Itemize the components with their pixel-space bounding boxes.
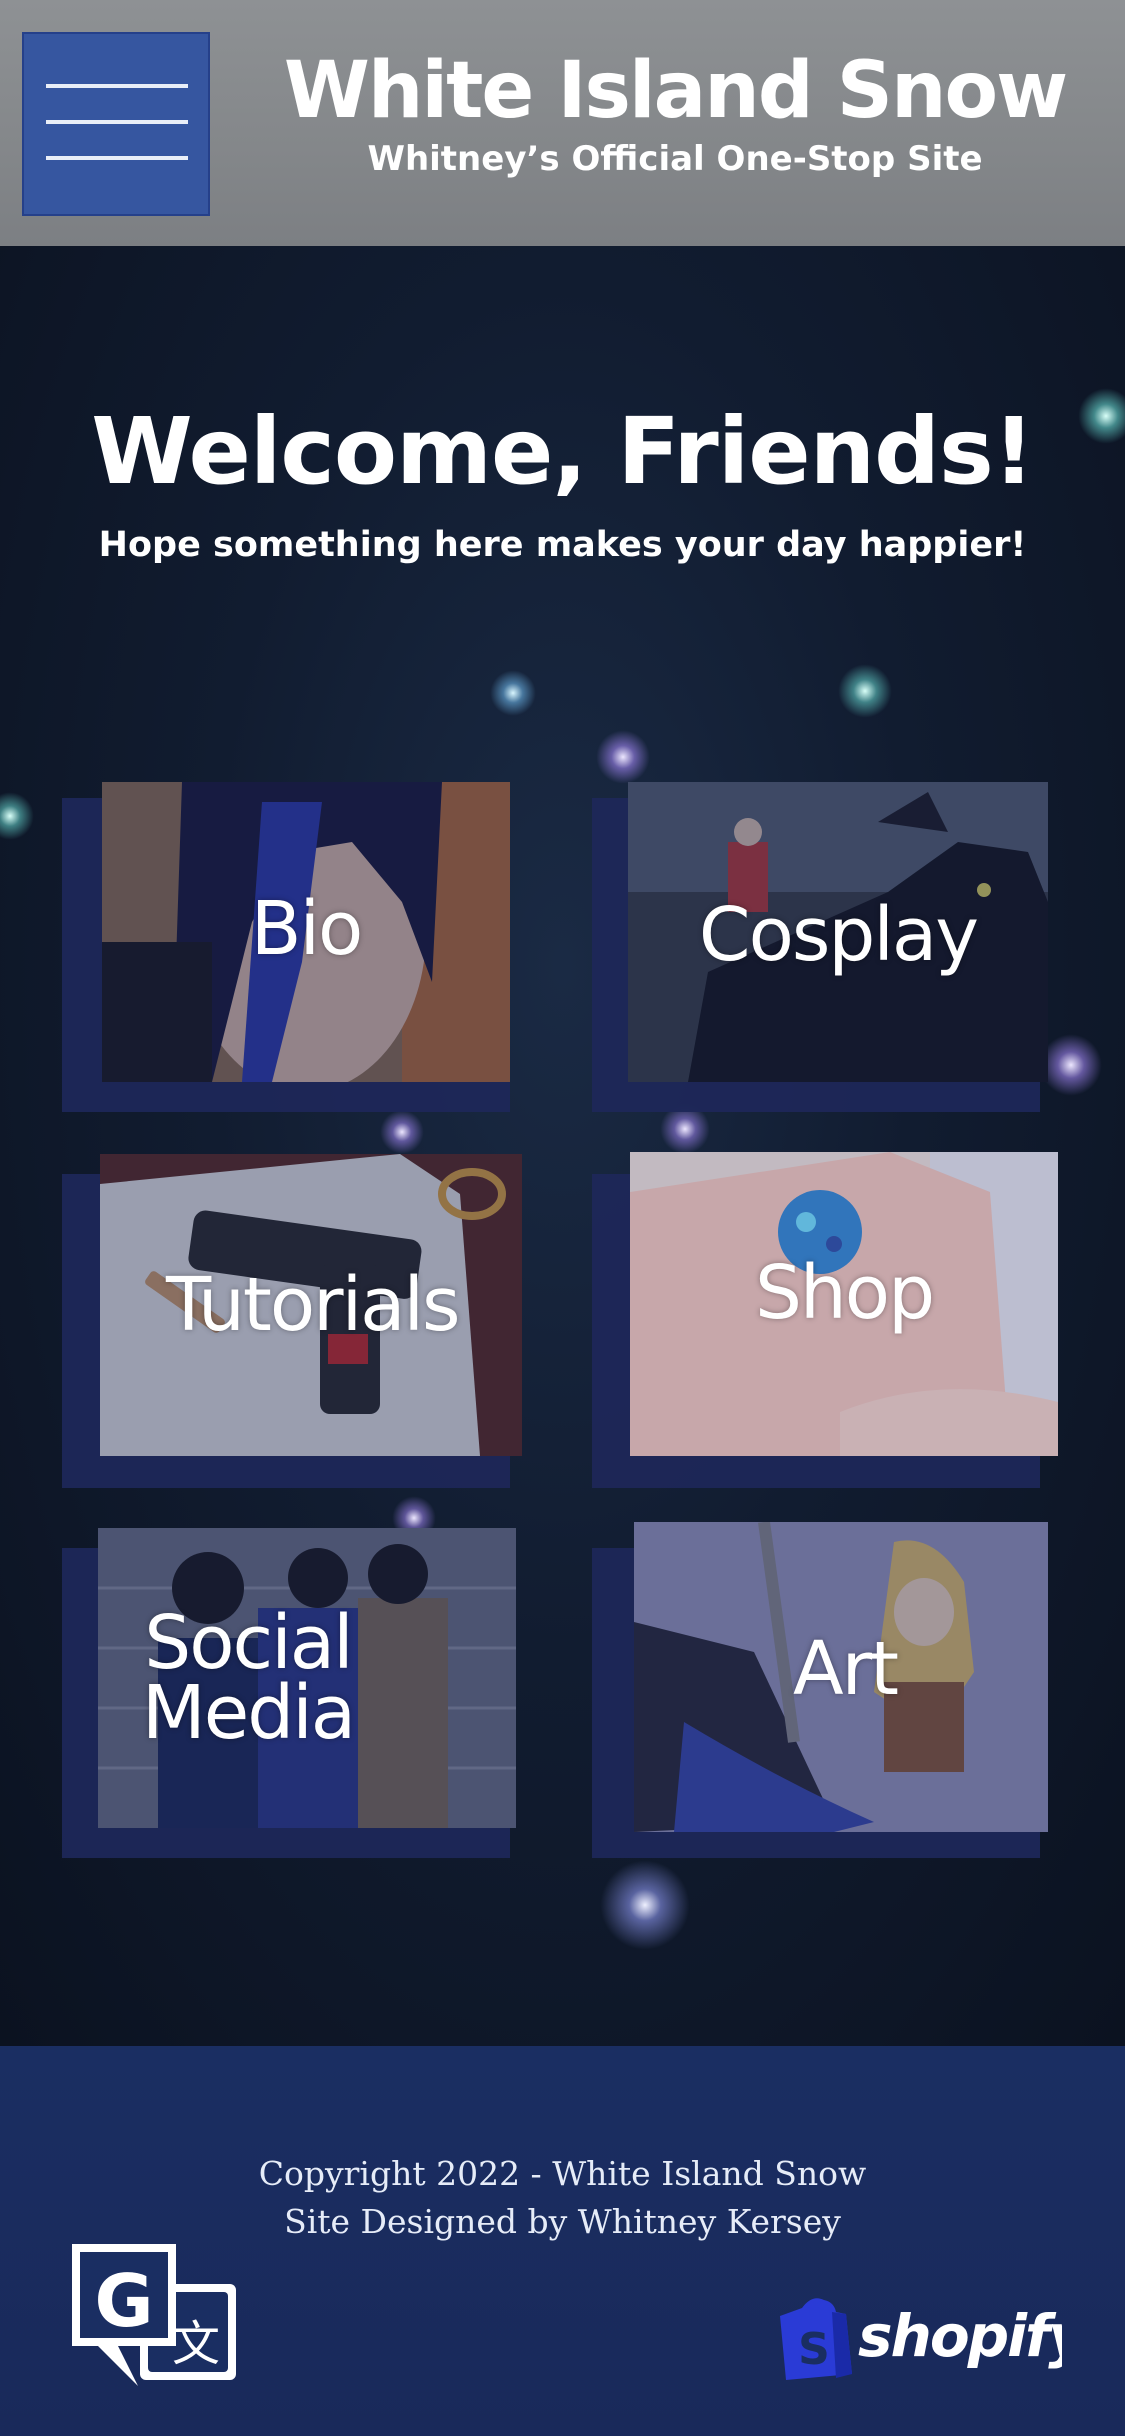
tile-social-media-label: Social Media [141, 1600, 356, 1756]
tile-cosplay[interactable]: Cosplay [628, 782, 1048, 1082]
hamburger-menu-icon-bar [46, 120, 188, 124]
site-header: White Island Snow Whitney’s Official One… [0, 0, 1125, 246]
shopify-logo[interactable]: S shopify [772, 2294, 1062, 2380]
site-subtitle: Whitney’s Official One-Stop Site [367, 139, 983, 179]
welcome-tagline: Hope something here makes your day happi… [98, 525, 1027, 565]
svg-text:文: 文 [172, 2316, 220, 2372]
welcome-heading: Welcome, Friends! [91, 398, 1034, 505]
footer-copyright: Copyright 2022 - White Island Snow Site … [0, 2150, 1125, 2246]
hamburger-menu-icon [46, 84, 188, 88]
tile-social-media[interactable]: Social Media [98, 1528, 516, 1828]
tile-cosplay-label: Cosplay [698, 892, 979, 978]
svg-text:G: G [94, 2259, 153, 2343]
google-translate-icon[interactable]: G 文 [68, 2240, 244, 2390]
tile-shop-label: Shop [754, 1250, 935, 1336]
svg-text:S: S [798, 2324, 830, 2375]
tile-tutorials[interactable]: Tutorials [100, 1154, 522, 1456]
shopify-wordmark: shopify [858, 2302, 1062, 2370]
designer-credit: Site Designed by Whitney Kersey [284, 2202, 841, 2241]
tile-art[interactable]: Art [634, 1522, 1048, 1832]
site-title[interactable]: White Island Snow [250, 52, 1100, 130]
menu-button[interactable] [22, 32, 210, 216]
tile-bio-label: Bio [250, 886, 364, 972]
tile-bio[interactable]: Bio [102, 782, 510, 1082]
copyright-text: Copyright 2022 - White Island Snow [258, 2154, 867, 2193]
tile-tutorials-label: Tutorials [166, 1262, 461, 1348]
tile-shop[interactable]: Shop [630, 1152, 1058, 1456]
hamburger-menu-icon-bar [46, 156, 188, 160]
tile-art-label: Art [792, 1626, 899, 1712]
